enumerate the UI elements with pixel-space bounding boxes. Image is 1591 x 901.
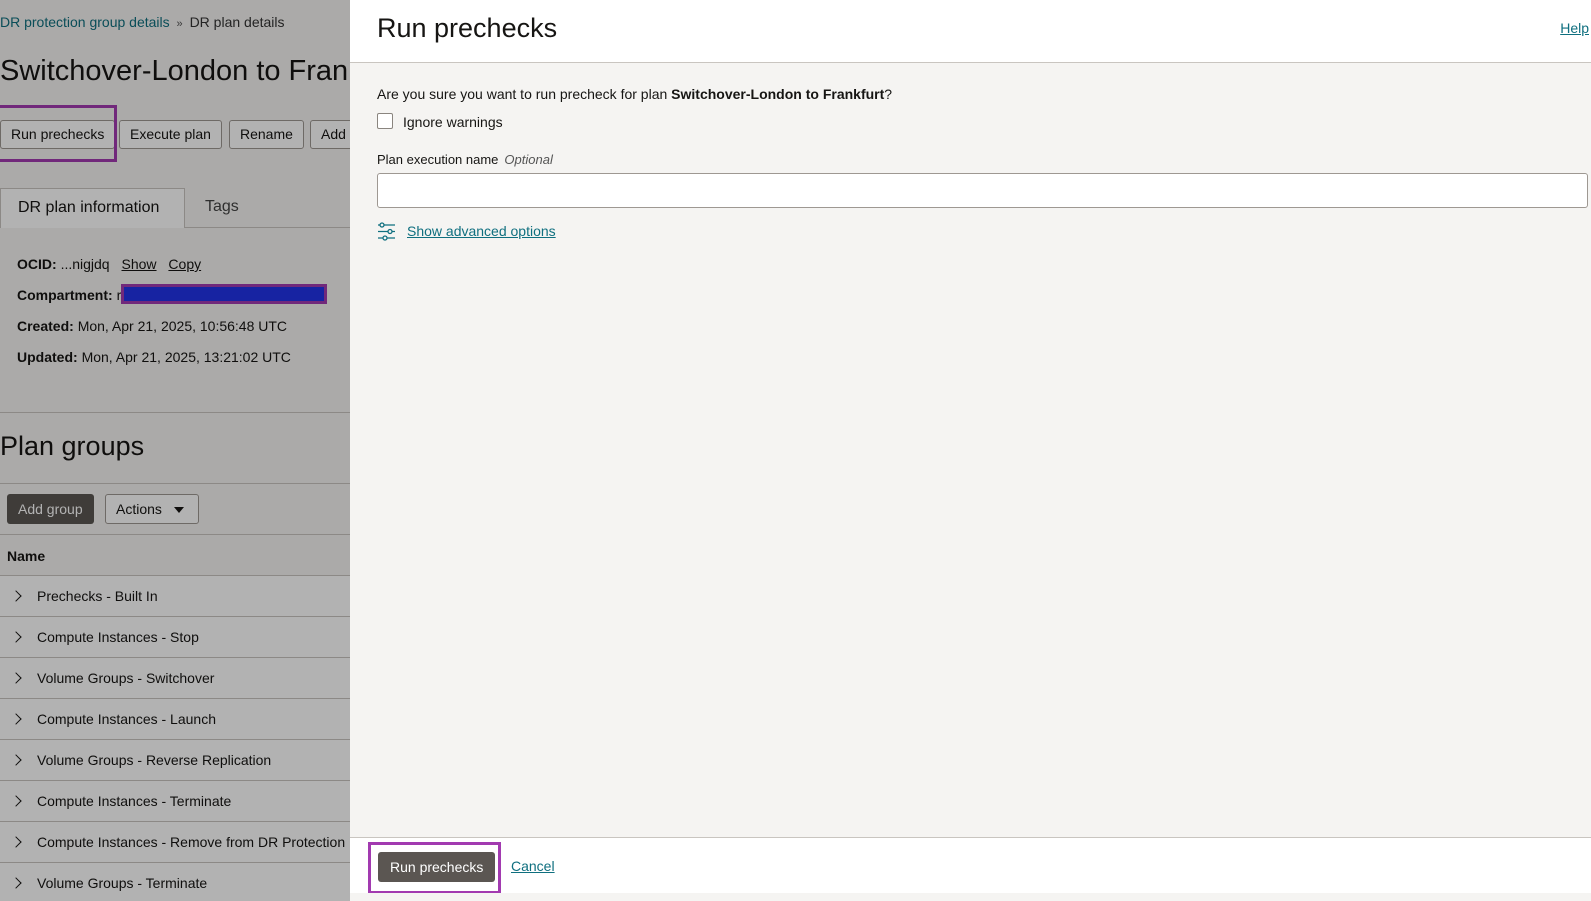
help-link[interactable]: Help (1560, 20, 1589, 36)
field-label-text: Plan execution name (377, 152, 499, 167)
run-prechecks-button[interactable]: Run prechecks (0, 120, 116, 149)
divider (0, 483, 350, 484)
rename-button[interactable]: Rename (229, 120, 304, 149)
compartment-row: Compartment: r (17, 287, 121, 303)
confirm-prefix: Are you sure you want to run precheck fo… (377, 86, 672, 102)
confirm-plan-name: Switchover-London to Frankfurt (671, 86, 885, 102)
actions-dropdown[interactable]: Actions (105, 494, 199, 524)
chevron-right-icon[interactable] (10, 795, 22, 807)
row-label: Compute Instances - Launch (37, 711, 216, 727)
plan-groups-table: Name Prechecks - Built In Compute Instan… (0, 534, 350, 901)
ocid-row: OCID: ...nigjdq Show Copy (17, 256, 201, 272)
plan-groups-heading: Plan groups (0, 431, 145, 461)
updated-label: Updated: (17, 349, 78, 365)
updated-value: Mon, Apr 21, 2025, 13:21:02 UTC (81, 349, 291, 365)
divider (0, 412, 350, 413)
chevron-right-icon[interactable] (10, 754, 22, 766)
created-label: Created: (17, 318, 74, 334)
created-row: Created: Mon, Apr 21, 2025, 10:56:48 UTC (17, 318, 287, 334)
cancel-link[interactable]: Cancel (511, 858, 555, 874)
ocid-copy-link[interactable]: Copy (168, 256, 201, 272)
ignore-warnings-label[interactable]: Ignore warnings (403, 114, 503, 130)
tab-dr-plan-information[interactable]: DR plan information (0, 188, 185, 228)
table-row[interactable]: Volume Groups - Switchover (0, 658, 350, 699)
ocid-label: OCID: (17, 256, 57, 272)
show-advanced-options-link[interactable]: Show advanced options (407, 223, 556, 239)
chevron-right-icon[interactable] (10, 713, 22, 725)
table-row[interactable]: Compute Instances - Launch (0, 699, 350, 740)
chevron-right-icon[interactable] (10, 672, 22, 684)
ocid-value: ...nigjdq (60, 256, 110, 272)
submit-highlight (368, 842, 501, 894)
row-label: Compute Instances - Stop (37, 629, 199, 645)
breadcrumb-parent-link[interactable]: DR protection group details (0, 14, 170, 30)
column-header-name[interactable]: Name (0, 534, 350, 576)
ignore-warnings-checkbox[interactable] (377, 113, 393, 129)
redaction-box (121, 284, 327, 304)
actions-label: Actions (116, 501, 162, 517)
row-label: Volume Groups - Switchover (37, 670, 215, 686)
execute-plan-button[interactable]: Execute plan (119, 120, 222, 149)
panel-footer: Run prechecks Cancel (350, 837, 1591, 894)
ocid-show-link[interactable]: Show (122, 256, 157, 272)
updated-row: Updated: Mon, Apr 21, 2025, 13:21:02 UTC (17, 349, 291, 365)
page-title: Switchover-London to Frankfurt (0, 55, 350, 87)
background-page: DR protection group details » DR plan de… (0, 0, 350, 901)
table-row[interactable]: Prechecks - Built In (0, 576, 350, 617)
confirm-suffix: ? (884, 86, 893, 102)
compartment-label: Compartment: (17, 287, 113, 303)
chevron-right-icon[interactable] (10, 877, 22, 889)
table-row[interactable]: Compute Instances - Terminate (0, 781, 350, 822)
row-label: Volume Groups - Reverse Replication (37, 752, 272, 768)
plan-execution-name-label: Plan execution name Optional (377, 152, 553, 167)
chevron-right-icon[interactable] (10, 590, 22, 602)
panel-header: Run prechecks Help (350, 0, 1591, 63)
optional-hint: Optional (504, 152, 553, 167)
sliders-icon[interactable] (377, 222, 396, 241)
chevron-right-icon[interactable] (10, 631, 22, 643)
row-label: Prechecks - Built In (37, 588, 158, 604)
row-label: Volume Groups - Terminate (37, 875, 208, 891)
breadcrumb-current: DR plan details (189, 14, 285, 30)
add-group-button[interactable]: Add group (7, 494, 94, 524)
bottom-strip (350, 893, 1591, 901)
table-row[interactable]: Compute Instances - Remove from DR Prote… (0, 822, 350, 863)
row-label: Compute Instances - Remove from DR Prote… (37, 834, 346, 850)
table-row[interactable]: Compute Instances - Stop (0, 617, 350, 658)
chevron-right-icon[interactable] (10, 836, 22, 848)
tab-bar: DR plan information Tags (0, 188, 350, 228)
plan-execution-name-input[interactable] (377, 173, 1588, 208)
breadcrumb: DR protection group details » DR plan de… (0, 14, 285, 30)
run-prechecks-panel: Run prechecks Help Are you sure you want… (350, 0, 1591, 901)
caret-down-icon (174, 507, 184, 513)
row-label: Compute Instances - Terminate (37, 793, 232, 809)
table-row[interactable]: Volume Groups - Reverse Replication (0, 740, 350, 781)
table-row[interactable]: Volume Groups - Terminate (0, 863, 350, 901)
breadcrumb-separator: » (176, 18, 183, 30)
tab-tags[interactable]: Tags (205, 188, 239, 228)
panel-title: Run prechecks (377, 13, 558, 43)
add-button[interactable]: Add (310, 120, 350, 149)
created-value: Mon, Apr 21, 2025, 10:56:48 UTC (77, 318, 288, 334)
confirmation-message: Are you sure you want to run precheck fo… (377, 86, 892, 102)
